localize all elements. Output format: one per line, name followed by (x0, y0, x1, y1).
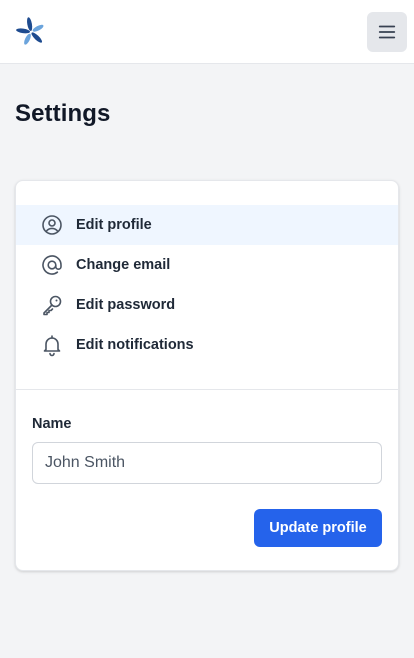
key-icon (40, 293, 64, 317)
pinwheel-logo-icon (16, 17, 44, 45)
name-field-label: Name (32, 416, 72, 432)
at-sign-icon (40, 253, 64, 277)
nav-item-edit-notifications[interactable]: Edit notifications (16, 325, 398, 365)
hamburger-menu-icon (378, 25, 396, 39)
nav-item-edit-password[interactable]: Edit password (16, 285, 398, 325)
nav-item-label: Change email (76, 257, 171, 273)
top-navbar (0, 0, 414, 64)
bell-icon (40, 333, 64, 357)
nav-item-label: Edit profile (76, 217, 152, 233)
settings-nav: Edit profile Change email Edit password (16, 205, 398, 365)
hamburger-menu-button[interactable] (367, 12, 407, 52)
nav-item-change-email[interactable]: Change email (16, 245, 398, 285)
nav-item-edit-profile[interactable]: Edit profile (16, 205, 398, 245)
logo-link[interactable] (15, 16, 47, 48)
update-profile-button[interactable]: Update profile (254, 509, 382, 547)
nav-item-label: Edit password (76, 297, 176, 313)
nav-item-label: Edit notifications (76, 337, 194, 353)
name-input[interactable] (32, 442, 382, 484)
section-divider (16, 389, 398, 390)
page-title: Settings (15, 100, 111, 127)
settings-card: Edit profile Change email Edit password (15, 180, 399, 571)
user-circle-icon (40, 213, 64, 237)
